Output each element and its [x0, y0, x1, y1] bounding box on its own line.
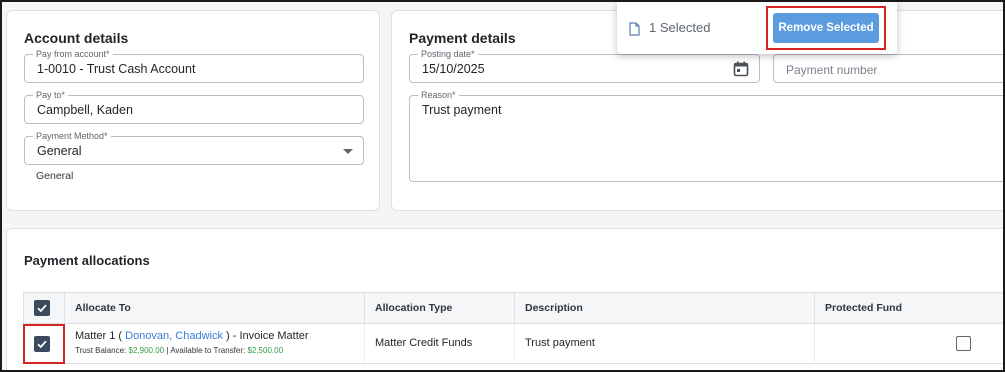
calendar-icon[interactable] — [733, 61, 749, 77]
description-cell: Trust payment — [514, 324, 814, 362]
reason-textarea[interactable]: Reason* Trust payment — [409, 90, 1003, 182]
pay-from-account-field[interactable]: Pay from account* 1-0010 - Trust Cash Ac… — [24, 49, 364, 83]
account-details-title: Account details — [24, 30, 129, 46]
payment-method-select[interactable]: Payment Method* General — [24, 131, 364, 165]
matter-balances: Trust Balance: $2,900.00 | Available to … — [75, 346, 283, 355]
checkbox-checked-icon — [37, 304, 47, 313]
row-checkbox-highlight — [23, 324, 65, 364]
matter-client-link[interactable]: Donovan, Chadwick — [125, 330, 223, 342]
allocate-to-cell: Matter 1 ( Donovan, Chadwick ) - Invoice… — [64, 324, 364, 362]
column-allocation-type[interactable]: Allocation Type — [364, 293, 514, 323]
pay-to-label: Pay to* — [33, 90, 69, 101]
column-allocate-to[interactable]: Allocate To — [64, 293, 364, 323]
payment-details-title: Payment details — [409, 30, 516, 46]
payment-allocations-title: Payment allocations — [24, 253, 150, 268]
pay-from-account-value: 1-0010 - Trust Cash Account — [37, 62, 196, 76]
account-details-card: Account details Pay from account* 1-0010… — [6, 10, 380, 211]
screenshot-frame: Account details Pay from account* 1-0010… — [0, 0, 1005, 372]
matter-name: Matter 1 ( Donovan, Chadwick ) - Invoice… — [75, 330, 309, 342]
trust-balance-label: Trust Balance: — [75, 346, 129, 355]
pay-to-field[interactable]: Pay to* Campbell, Kaden — [24, 90, 364, 124]
matter-prefix: Matter 1 ( — [75, 330, 126, 342]
allocations-table-header: Allocate To Allocation Type Description … — [23, 292, 1003, 324]
selected-count: 1 Selected — [649, 20, 711, 35]
column-description[interactable]: Description — [514, 293, 814, 323]
payment-number-input[interactable]: Payment number — [773, 54, 1003, 83]
available-label: Available to Transfer: — [170, 346, 248, 355]
allocation-type-cell: Matter Credit Funds — [364, 324, 514, 362]
pay-from-account-label: Pay from account* — [33, 49, 113, 60]
payment-method-helper: General — [36, 170, 74, 182]
column-protected-fund[interactable]: Protected Fund — [814, 293, 1003, 323]
trust-balance-value: $2,900.00 — [128, 346, 165, 355]
remove-selected-highlight — [766, 6, 886, 50]
payment-method-value: General — [37, 144, 82, 158]
posting-date-field[interactable]: Posting date* 15/10/2025 — [409, 49, 760, 83]
available-value: $2,500.00 — [247, 346, 284, 355]
protected-fund-cell — [814, 324, 1003, 362]
chevron-down-icon[interactable] — [343, 149, 353, 154]
payment-method-label: Payment Method* — [33, 131, 111, 142]
reason-label: Reason* — [418, 90, 459, 101]
posting-date-label: Posting date* — [418, 49, 478, 60]
protected-fund-checkbox[interactable] — [956, 336, 971, 351]
select-all-checkbox[interactable] — [34, 300, 50, 316]
payment-number-placeholder: Payment number — [786, 63, 878, 77]
posting-date-value: 15/10/2025 — [422, 62, 485, 76]
document-icon — [629, 22, 640, 36]
pay-to-value: Campbell, Kaden — [37, 103, 133, 117]
matter-suffix: ) - Invoice Matter — [222, 330, 309, 342]
table-row[interactable]: Matter 1 ( Donovan, Chadwick ) - Invoice… — [23, 324, 1003, 364]
reason-value: Trust payment — [422, 103, 502, 117]
